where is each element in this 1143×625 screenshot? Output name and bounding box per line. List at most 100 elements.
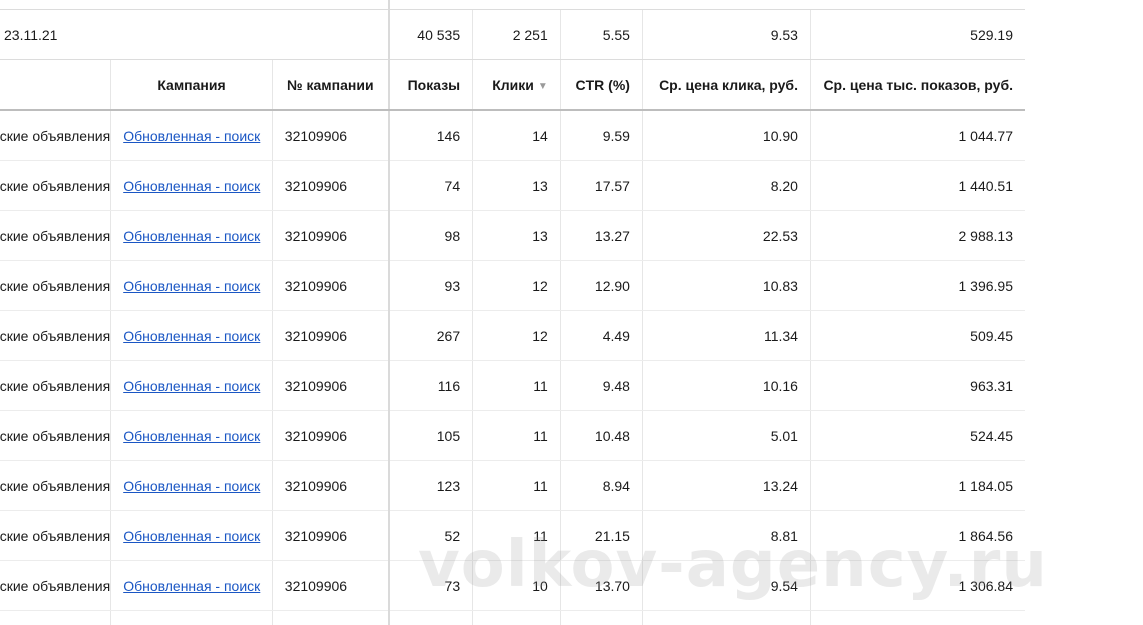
cell-shows: 98 [387,210,473,261]
cell-campaign: Обновленная - поиск [110,510,273,561]
column-header-ctr[interactable]: CTR (%) [559,59,643,111]
totals-row: 23.11.21 40 535 2 251 5.55 9.53 529.19 [0,9,1025,60]
column-header-clicks-label: Клики [492,76,534,93]
cell-campaign-type: Текстово-графические объявления [0,110,111,161]
stats-table: 23.11.21 40 535 2 251 5.55 9.53 529.19 Т… [0,0,1025,625]
campaign-link[interactable]: Обновленная - поиск [123,528,260,544]
table-tail-row [0,610,1025,625]
table-row: Текстово-графические объявления Обновлен… [0,360,1025,411]
cell-clicks: 12 [472,260,561,311]
table-row: Текстово-графические объявления Обновлен… [0,460,1025,511]
cell-campaign-type: Текстово-графические объявления [0,410,111,461]
cell-shows: 123 [387,460,473,511]
cell-avg-cpm: 1 396.95 [809,260,1025,311]
cell-shows: 74 [387,160,473,211]
cell-avg-cpm: 1 044.77 [809,110,1025,161]
campaign-link[interactable]: Обновленная - поиск [123,378,260,394]
cell-campaign: Обновленная - поиск [110,560,273,611]
cell-campaign-number: 32109906 [271,510,389,561]
cell-avg-cpc: 8.81 [641,510,811,561]
cell-campaign-type: Текстово-графические объявления [0,510,111,561]
cell-campaign-type: Текстово-графические объявления [0,460,111,511]
column-header-avg-cpc[interactable]: Ср. цена клика, руб. [641,59,811,111]
cell-ctr: 13.27 [559,210,643,261]
campaign-link[interactable]: Обновленная - поиск [123,228,260,244]
cell-clicks: 11 [472,460,561,511]
cell-campaign-number: 32109906 [271,460,389,511]
cell-clicks: 11 [472,360,561,411]
table-row: Текстово-графические объявления Обновлен… [0,210,1025,261]
cell-clicks: 11 [472,510,561,561]
cell-ctr: 12.90 [559,260,643,311]
cell-campaign-type: Текстово-графические объявления [0,360,111,411]
cell-campaign-type: Текстово-графические объявления [0,260,111,311]
column-header-avg-cpm[interactable]: Ср. цена тыс. показов, руб. [809,59,1025,111]
column-header-shows[interactable]: Показы [387,59,473,111]
totals-avg-cpc: 9.53 [641,9,811,60]
column-header-campaign-type[interactable]: Тип кампании [0,59,111,111]
totals-avg-cpm: 529.19 [809,9,1025,60]
cell-avg-cpm: 509.45 [809,310,1025,361]
cell-clicks: 13 [472,210,561,261]
cell-campaign: Обновленная - поиск [110,110,273,161]
cell-campaign: Обновленная - поиск [110,160,273,211]
cell-clicks: 14 [472,110,561,161]
campaign-link[interactable]: Обновленная - поиск [123,428,260,444]
cell-avg-cpc: 22.53 [641,210,811,261]
cell-shows: 116 [387,360,473,411]
cell-clicks: 10 [472,560,561,611]
totals-clicks: 2 251 [472,9,561,60]
table-row: Текстово-графические объявления Обновлен… [0,310,1025,361]
cell-ctr: 8.94 [559,460,643,511]
cell-campaign-number: 32109906 [271,360,389,411]
cell-campaign-number: 32109906 [271,410,389,461]
column-header-campaign[interactable]: Кампания [110,59,273,111]
cell-avg-cpm: 2 988.13 [809,210,1025,261]
stats-table-container: 23.11.21 40 535 2 251 5.55 9.53 529.19 Т… [0,0,1143,625]
cell-clicks: 11 [472,410,561,461]
column-header-clicks[interactable]: Клики ▼ [472,59,561,111]
cell-ctr: 9.48 [559,360,643,411]
cell-shows: 73 [387,560,473,611]
cell-campaign-number: 32109906 [271,310,389,361]
cell-avg-cpm: 524.45 [809,410,1025,461]
cell-campaign-type: Текстово-графические объявления [0,310,111,361]
cell-avg-cpm: 1 184.05 [809,460,1025,511]
table-body: Текстово-графические объявления Обновлен… [0,110,1025,611]
column-header-campaign-number[interactable]: № кампании [271,59,389,111]
cell-avg-cpc: 10.16 [641,360,811,411]
cell-shows: 105 [387,410,473,461]
cell-shows: 93 [387,260,473,311]
cell-ctr: 21.15 [559,510,643,561]
cell-avg-cpm: 1 864.56 [809,510,1025,561]
cell-avg-cpc: 8.20 [641,160,811,211]
table-row: Текстово-графические объявления Обновлен… [0,110,1025,161]
cell-campaign-type: Текстово-графические объявления [0,160,111,211]
campaign-link[interactable]: Обновленная - поиск [123,128,260,144]
campaign-link[interactable]: Обновленная - поиск [123,328,260,344]
sort-descending-icon[interactable]: ▼ [538,81,548,92]
table-row: Текстово-графические объявления Обновлен… [0,260,1025,311]
campaign-link[interactable]: Обновленная - поиск [123,578,260,594]
campaign-link[interactable]: Обновленная - поиск [123,278,260,294]
cell-campaign-number: 32109906 [271,160,389,211]
totals-shows: 40 535 [387,9,473,60]
cell-shows: 146 [387,110,473,161]
cell-campaign-number: 32109906 [271,260,389,311]
cell-ctr: 4.49 [559,310,643,361]
cell-campaign-number: 32109906 [271,110,389,161]
campaign-link[interactable]: Обновленная - поиск [123,178,260,194]
cell-ctr: 10.48 [559,410,643,461]
cell-avg-cpc: 13.24 [641,460,811,511]
table-row: Текстово-графические объявления Обновлен… [0,160,1025,211]
cell-clicks: 13 [472,160,561,211]
cell-shows: 52 [387,510,473,561]
cell-campaign: Обновленная - поиск [110,310,273,361]
table-header-row: Тип кампании Кампания № кампании Показы … [0,59,1025,111]
campaign-link[interactable]: Обновленная - поиск [123,478,260,494]
cell-shows: 267 [387,310,473,361]
cell-avg-cpc: 10.90 [641,110,811,161]
cell-avg-cpm: 1 306.84 [809,560,1025,611]
top-spacer-row [0,0,1025,10]
cell-avg-cpc: 5.01 [641,410,811,461]
